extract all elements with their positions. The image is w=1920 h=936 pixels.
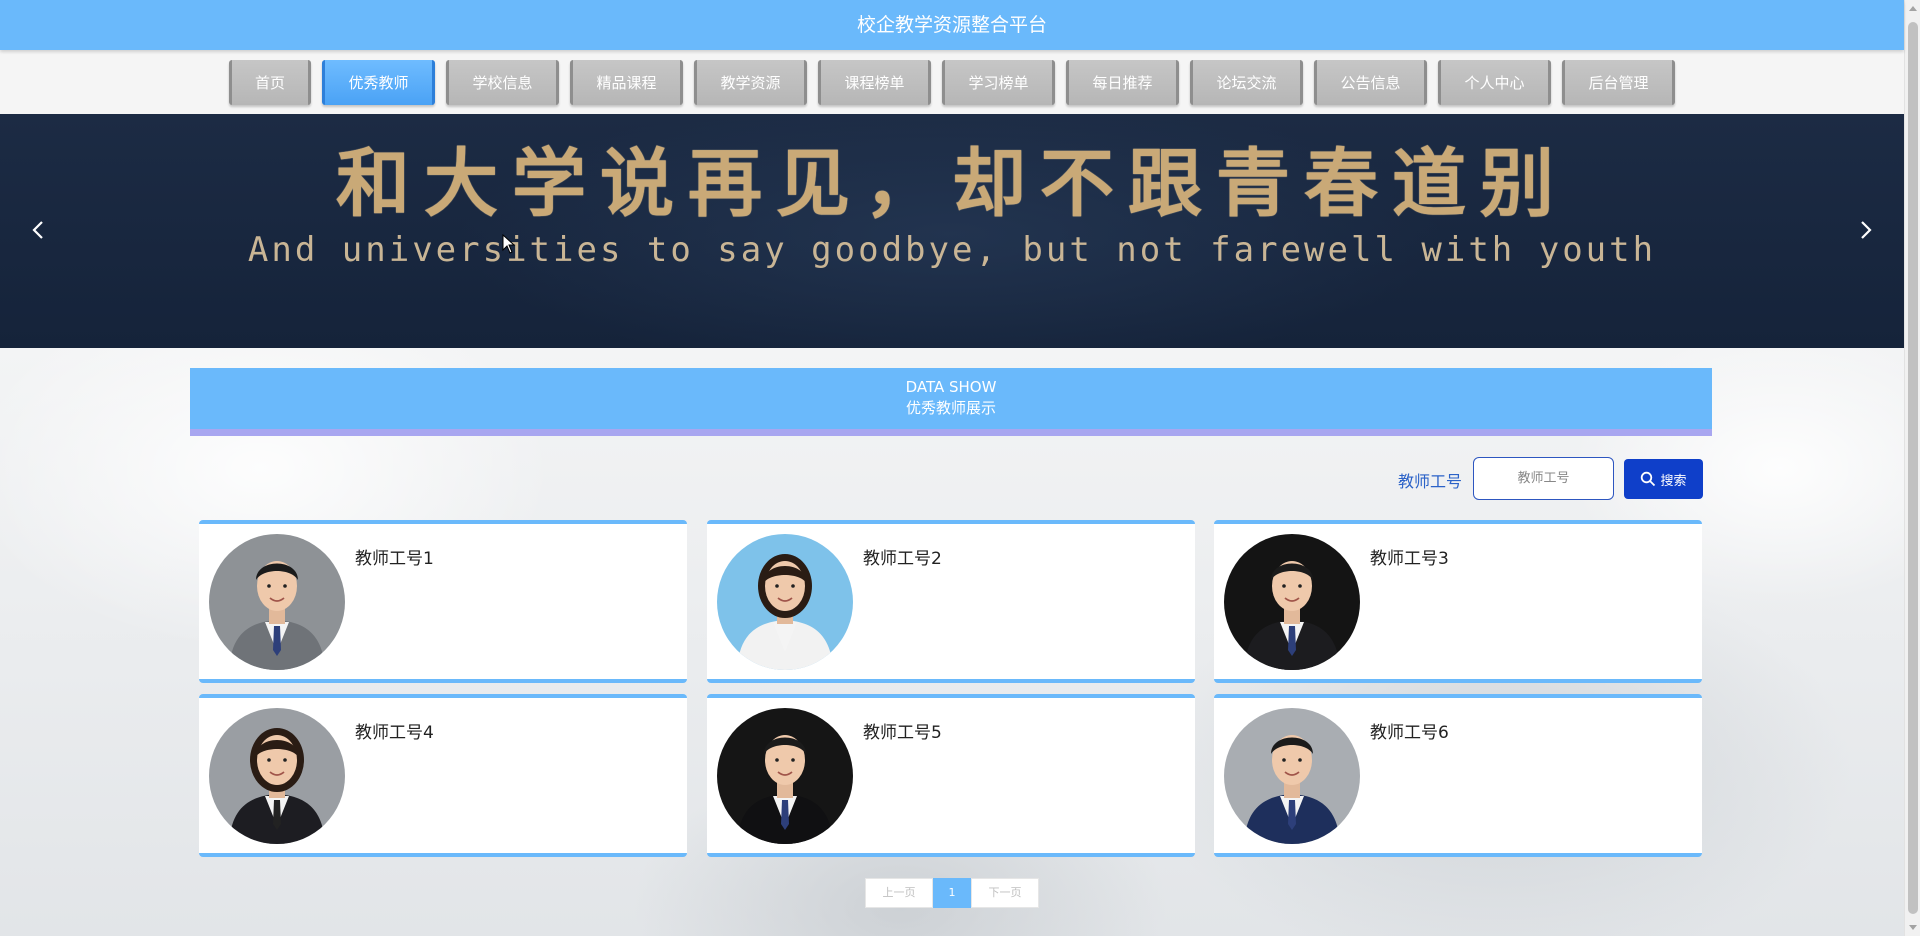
teacher-avatar [1224,708,1360,844]
teacher-card[interactable]: 教师工号4 [199,694,687,857]
carousel-prev-icon[interactable] [19,210,59,250]
search-label: 教师工号 [1398,472,1463,491]
nav-quality-courses[interactable]: 精品课程 [570,59,683,105]
next-page-button[interactable]: 下一页 [971,878,1039,908]
teacher-card[interactable]: 教师工号6 [1214,694,1702,857]
section-header: DATA SHOW 优秀教师展示 [190,368,1712,436]
nav-study-ranking[interactable]: 学习榜单 [942,59,1055,105]
teacher-card[interactable]: 教师工号1 [199,520,687,683]
main-nav: 首页 优秀教师 学校信息 精品课程 教学资源 课程榜单 学习榜单 每日推荐 论坛… [0,50,1904,114]
search-icon [1641,471,1656,487]
banner-subtitle: And universities to say goodbye, but not… [247,230,1657,270]
scroll-up-icon[interactable] [1909,6,1917,11]
search-button-label: 搜索 [1660,472,1687,488]
teacher-avatar [717,708,853,844]
nav-school-info[interactable]: 学校信息 [446,59,559,105]
page-number-button[interactable]: 1 [933,878,971,908]
section-title-en: DATA SHOW [905,378,997,396]
nav-admin[interactable]: 后台管理 [1562,59,1675,105]
teacher-avatar [717,534,853,670]
mouse-cursor-icon [502,234,516,254]
teacher-avatar [1224,534,1360,670]
teacher-avatar [209,534,345,670]
teacher-name: 教师工号1 [355,549,434,569]
nav-home[interactable]: 首页 [229,59,311,105]
scroll-down-icon[interactable] [1909,925,1917,930]
prev-page-button[interactable]: 上一页 [865,878,933,908]
teacher-name: 教师工号2 [863,549,942,569]
nav-forum[interactable]: 论坛交流 [1190,59,1303,105]
nav-teaching-resources[interactable]: 教学资源 [694,59,807,105]
pagination: 上一页 1 下一页 [865,878,1039,908]
site-title: 校企教学资源整合平台 [0,0,1904,50]
teacher-name: 教师工号3 [1370,549,1449,569]
search-button[interactable]: 搜索 [1624,459,1703,499]
teacher-id-search-input[interactable] [1473,457,1614,500]
section-title-cn: 优秀教师展示 [905,399,996,417]
teacher-card[interactable]: 教师工号5 [707,694,1195,857]
teacher-card[interactable]: 教师工号3 [1214,520,1702,683]
banner-title: 和大学说再见，却不跟青春道别 [336,141,1568,227]
nav-announcements[interactable]: 公告信息 [1314,59,1427,105]
nav-daily-recommend[interactable]: 每日推荐 [1066,59,1179,105]
teacher-name: 教师工号4 [355,723,434,743]
carousel-next-icon[interactable] [1845,210,1885,250]
nav-excellent-teachers[interactable]: 优秀教师 [322,59,435,105]
teacher-avatar [209,708,345,844]
nav-personal-center[interactable]: 个人中心 [1438,59,1551,105]
teacher-name: 教师工号6 [1370,723,1449,743]
banner-carousel: 和大学说再见，却不跟青春道别 And universities to say g… [0,114,1904,348]
teacher-name: 教师工号5 [863,723,942,743]
nav-course-ranking[interactable]: 课程榜单 [818,59,931,105]
scroll-thumb[interactable] [1908,22,1918,914]
vertical-scrollbar[interactable] [1904,0,1920,936]
teacher-card[interactable]: 教师工号2 [707,520,1195,683]
